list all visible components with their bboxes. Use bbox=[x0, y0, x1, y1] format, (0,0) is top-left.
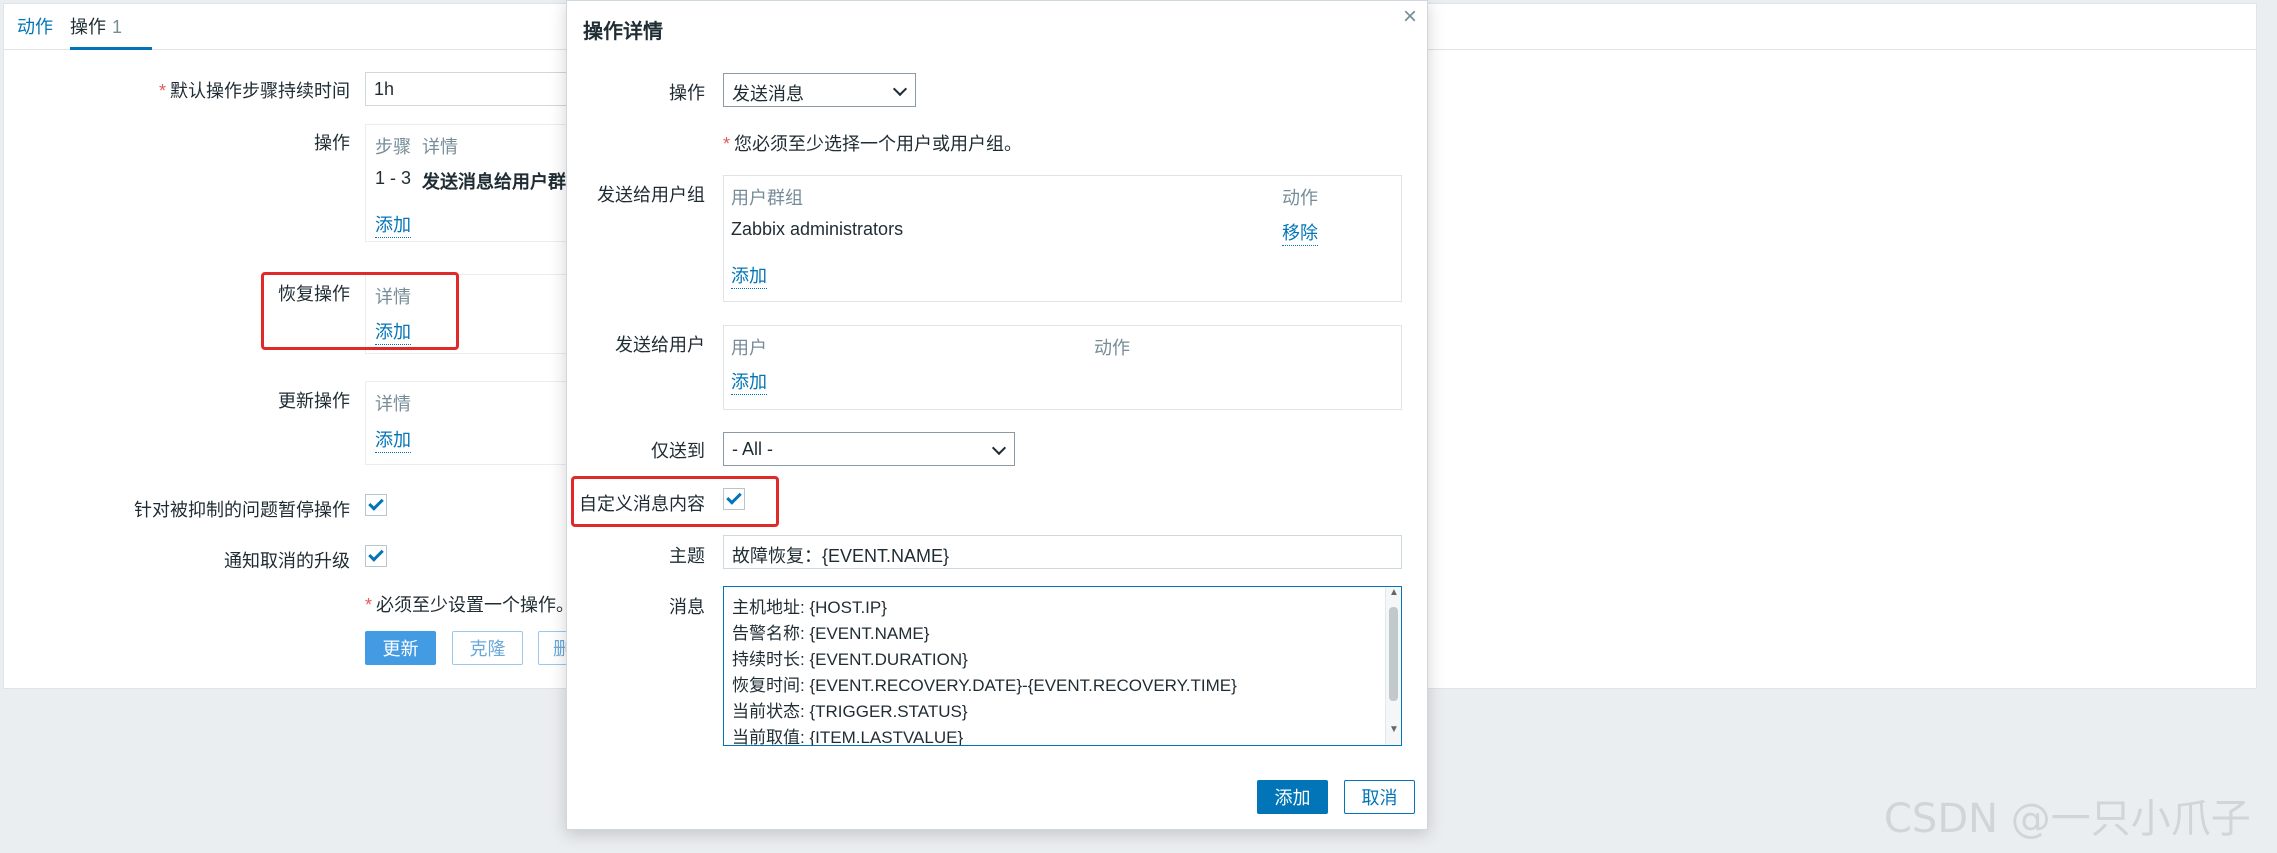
required-hint: * 您必须至少选择一个用户或用户组。 bbox=[723, 134, 1023, 154]
highlight-box-recovery bbox=[261, 272, 459, 350]
operation-type-label: 操作 bbox=[669, 83, 705, 103]
default-duration-label: * 默认操作步骤持续时间 bbox=[158, 81, 350, 101]
operations-row-steps: 1 - 3 bbox=[375, 168, 412, 188]
clone-button[interactable]: 克隆 bbox=[452, 631, 523, 665]
scroll-up-icon[interactable]: ▲ bbox=[1389, 587, 1399, 598]
operation-details-dialog: 操作详情 × 操作 发送消息 * 您必须至少选择一个用户或用户组。 发送给用户组 … bbox=[566, 0, 1428, 830]
operations-header-steps: 步骤 bbox=[375, 137, 411, 157]
tab-operations-count: 1 bbox=[112, 17, 123, 37]
send-only-to-value: - All - bbox=[732, 439, 774, 459]
update-operations-list: 详情 添加 bbox=[365, 381, 575, 465]
send-only-to-select[interactable]: - All - bbox=[723, 432, 1015, 466]
operations-header-details: 详情 bbox=[422, 137, 458, 157]
default-duration-input[interactable]: 1h bbox=[365, 72, 575, 106]
users-col-user: 用户 bbox=[731, 338, 767, 358]
operations-list: 步骤 详情 1 - 3 发送消息给用户群 添加 bbox=[365, 124, 575, 242]
pause-suppressed-checkbox[interactable] bbox=[365, 494, 387, 516]
send-only-to-label: 仅送到 bbox=[651, 441, 705, 461]
notify-cancelled-checkbox[interactable] bbox=[365, 545, 387, 567]
notify-cancelled-label: 通知取消的升级 bbox=[224, 551, 350, 571]
message-textarea[interactable]: 主机地址: {HOST.IP} 告警名称: {EVENT.NAME} 持续时长:… bbox=[723, 586, 1402, 746]
chevron-down-icon bbox=[991, 440, 1007, 456]
message-scrollbar[interactable]: ▲ ▼ bbox=[1385, 587, 1401, 745]
update-header-details: 详情 bbox=[375, 394, 411, 414]
message-line: 主机地址: {HOST.IP} bbox=[732, 598, 887, 617]
send-to-groups-label: 发送给用户组 bbox=[597, 185, 705, 205]
update-operations-label: 更新操作 bbox=[278, 391, 350, 411]
message-lines: 主机地址: {HOST.IP} 告警名称: {EVENT.NAME} 持续时长:… bbox=[724, 587, 1401, 746]
message-line: 当前取值: {ITEM.LASTVALUE} bbox=[732, 728, 964, 746]
operation-type-value: 发送消息 bbox=[732, 84, 804, 104]
operation-type-select[interactable]: 发送消息 bbox=[723, 73, 916, 107]
add-group-link[interactable]: 添加 bbox=[731, 262, 767, 289]
users-col-action: 动作 bbox=[1094, 338, 1130, 358]
remove-group-link[interactable]: 移除 bbox=[1282, 219, 1318, 246]
users-table: 用户 动作 添加 bbox=[723, 325, 1402, 410]
dialog-title: 操作详情 bbox=[583, 21, 663, 43]
user-groups-table: 用户群组 动作 Zabbix administrators 移除 添加 bbox=[723, 175, 1402, 302]
scrollbar-thumb[interactable] bbox=[1389, 607, 1398, 701]
chevron-down-icon bbox=[892, 81, 908, 97]
required-note: * 必须至少设置一个操作。 bbox=[365, 595, 575, 615]
message-line: 告警名称: {EVENT.NAME} bbox=[732, 624, 930, 643]
update-add-link[interactable]: 添加 bbox=[375, 426, 411, 453]
send-to-users-label: 发送给用户 bbox=[615, 335, 705, 355]
groups-col-action: 动作 bbox=[1282, 188, 1318, 208]
cancel-button[interactable]: 取消 bbox=[1344, 780, 1415, 814]
watermark: CSDN @一只小爪子 bbox=[1884, 796, 2251, 842]
group-name: Zabbix administrators bbox=[731, 219, 904, 239]
message-line: 持续时长: {EVENT.DURATION} bbox=[732, 650, 968, 669]
add-button[interactable]: 添加 bbox=[1257, 780, 1328, 814]
message-line: 当前状态: {TRIGGER.STATUS} bbox=[732, 702, 968, 721]
message-line: 恢复时间: {EVENT.RECOVERY.DATE}-{EVENT.RECOV… bbox=[732, 676, 1237, 695]
update-button[interactable]: 更新 bbox=[365, 631, 436, 665]
tab-operations-label: 操作 bbox=[70, 17, 106, 37]
groups-col-group: 用户群组 bbox=[731, 188, 803, 208]
operations-row-details: 发送消息给用户群 bbox=[422, 172, 566, 192]
scroll-down-icon[interactable]: ▼ bbox=[1389, 724, 1399, 735]
close-icon[interactable]: × bbox=[1403, 3, 1417, 31]
highlight-box-custom-message bbox=[571, 476, 779, 527]
add-user-link[interactable]: 添加 bbox=[731, 368, 767, 395]
subject-input[interactable]: 故障恢复：{EVENT.NAME} bbox=[723, 535, 1402, 569]
pause-suppressed-label: 针对被抑制的问题暂停操作 bbox=[134, 500, 350, 520]
message-label: 消息 bbox=[669, 597, 705, 617]
tab-operations[interactable]: 操作 1 bbox=[70, 13, 152, 50]
operations-add-link[interactable]: 添加 bbox=[375, 211, 411, 238]
subject-label: 主题 bbox=[669, 546, 705, 566]
operations-label: 操作 bbox=[314, 133, 350, 153]
tab-actions[interactable]: 动作 bbox=[17, 13, 53, 39]
